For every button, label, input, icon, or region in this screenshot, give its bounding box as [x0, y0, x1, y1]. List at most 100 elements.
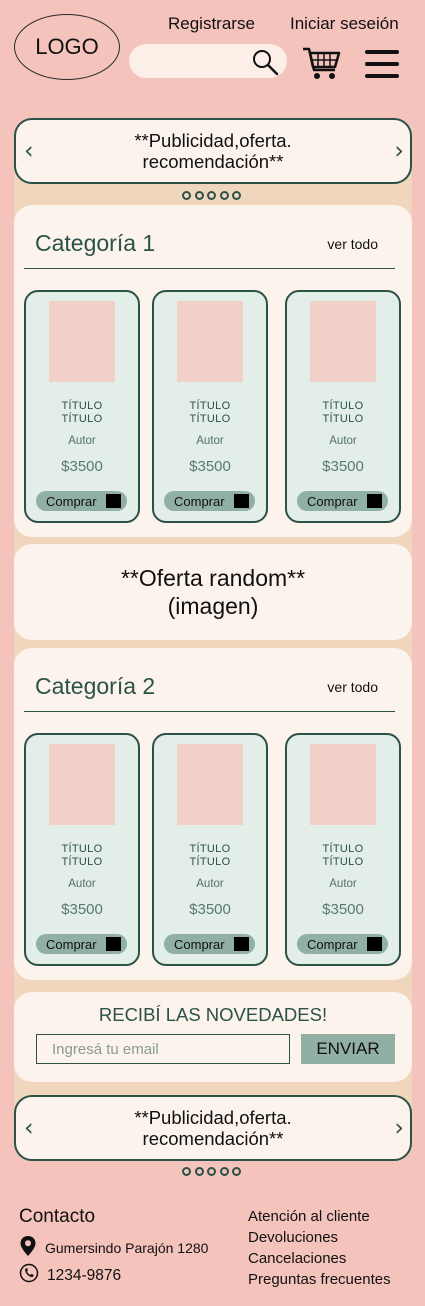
buy-button[interactable]: Comprar [164, 491, 255, 511]
product-title: TÍTULO [189, 856, 231, 868]
product-card[interactable]: TÍTULO TÍTULO Autor $3500 Comprar [24, 733, 140, 966]
see-all-link[interactable]: ver todo [327, 236, 378, 252]
product-title: TÍTULO [189, 843, 231, 855]
buy-button[interactable]: Comprar [297, 491, 388, 511]
chevron-left-icon[interactable]: ‹ [24, 1116, 34, 1140]
cart-add-icon [106, 937, 121, 951]
buy-button[interactable]: Comprar [164, 934, 255, 954]
search-input[interactable] [141, 44, 251, 78]
footer-links: Atención al cliente Devoluciones Cancela… [248, 1206, 391, 1290]
carousel-dot[interactable] [182, 1167, 191, 1176]
product-author: Autor [329, 435, 357, 447]
product-price: $3500 [189, 901, 231, 918]
carousel-dot[interactable] [194, 191, 204, 200]
buy-button-label: Comprar [307, 493, 358, 509]
bottom-ad-banner[interactable]: ‹ **Publicidad,oferta. recomendación** › [14, 1095, 412, 1161]
logo[interactable]: LOGO [14, 14, 120, 80]
product-title: TÍTULO [322, 400, 364, 412]
cart-icon[interactable] [302, 46, 342, 87]
product-image[interactable] [310, 301, 376, 382]
buy-button[interactable]: Comprar [36, 934, 127, 954]
divider [24, 268, 395, 269]
contact-phone: 1234-9876 [19, 1263, 121, 1288]
carousel-dots[interactable] [182, 1167, 241, 1176]
top-ad-banner[interactable]: ‹ **Publicidad,oferta. recomendación** › [14, 118, 412, 184]
product-title: TÍTULO [61, 400, 103, 412]
submit-email-button[interactable]: ENVIAR [301, 1034, 395, 1064]
offer-text: **Oferta random** (imagen) [120, 565, 306, 619]
product-image[interactable] [49, 301, 115, 382]
cart-add-icon [367, 937, 382, 951]
cart-add-icon [234, 494, 249, 508]
buy-button-label: Comprar [307, 936, 358, 952]
cart-add-icon [234, 937, 249, 951]
chevron-right-icon[interactable]: › [394, 1116, 404, 1140]
buy-button[interactable]: Comprar [297, 934, 388, 954]
chevron-right-icon[interactable]: › [394, 139, 404, 163]
product-author: Autor [68, 435, 96, 447]
product-price: $3500 [189, 458, 231, 475]
product-image[interactable] [310, 744, 376, 825]
carousel-dot[interactable] [194, 1167, 204, 1176]
product-card[interactable]: TÍTULO TÍTULO Autor $3500 Comprar [152, 733, 268, 966]
product-image[interactable] [177, 744, 243, 825]
product-price: $3500 [322, 901, 364, 918]
buy-button[interactable]: Comprar [36, 491, 127, 511]
footer-link-faq[interactable]: Preguntas frecuentes [248, 1269, 391, 1290]
category-section: Categoría 1 ver todo TÍTULO TÍTULO Autor… [14, 205, 412, 537]
buy-button-label: Comprar [46, 936, 97, 952]
address-text: Gumersindo Parajón 1280 [45, 1239, 209, 1256]
product-title: TÍTULO [189, 413, 231, 425]
product-price: $3500 [61, 901, 103, 918]
product-author: Autor [196, 435, 224, 447]
footer-link-cancellations[interactable]: Cancelaciones [248, 1248, 391, 1269]
phone-text: 1234-9876 [47, 1266, 122, 1284]
chevron-left-icon[interactable]: ‹ [24, 139, 34, 163]
buy-button-label: Comprar [174, 936, 225, 952]
product-title: TÍTULO [61, 413, 103, 425]
search-icon[interactable] [251, 48, 279, 81]
carousel-dot[interactable] [219, 191, 229, 200]
carousel-dot[interactable] [232, 1167, 241, 1176]
cart-add-icon [106, 494, 121, 508]
banner-text: **Publicidad,oferta. recomendación** [134, 1107, 292, 1149]
divider [24, 711, 395, 712]
carousel-dots[interactable] [182, 191, 241, 200]
product-card[interactable]: TÍTULO TÍTULO Autor $3500 Comprar [285, 290, 401, 523]
carousel-dot[interactable] [219, 1167, 229, 1176]
product-image[interactable] [49, 744, 115, 825]
footer-link-customer-service[interactable]: Atención al cliente [248, 1206, 391, 1227]
register-link[interactable]: Registrarse [168, 14, 255, 34]
email-field[interactable] [36, 1034, 290, 1064]
newsletter-title: RECIBÍ LAS NOVEDADES! [98, 1004, 328, 1025]
carousel-dot[interactable] [207, 1167, 216, 1176]
buy-button-label: Comprar [46, 493, 97, 509]
product-title: TÍTULO [61, 856, 103, 868]
product-title: TÍTULO [322, 413, 364, 425]
product-price: $3500 [61, 458, 103, 475]
product-title: TÍTULO [61, 843, 103, 855]
product-author: Autor [68, 878, 96, 890]
hamburger-menu-icon[interactable] [365, 50, 399, 78]
product-image[interactable] [177, 301, 243, 382]
product-card[interactable]: TÍTULO TÍTULO Autor $3500 Comprar [152, 290, 268, 523]
see-all-link[interactable]: ver todo [327, 679, 378, 695]
search-bar[interactable] [129, 44, 287, 78]
product-card[interactable]: TÍTULO TÍTULO Autor $3500 Comprar [285, 733, 401, 966]
product-title: TÍTULO [322, 856, 364, 868]
product-card[interactable]: TÍTULO TÍTULO Autor $3500 Comprar [24, 290, 140, 523]
product-author: Autor [329, 878, 357, 890]
product-title: TÍTULO [322, 843, 364, 855]
category-section: Categoría 2 ver todo TÍTULO TÍTULO Autor… [14, 648, 412, 980]
footer-link-returns[interactable]: Devoluciones [248, 1227, 391, 1248]
banner-text: **Publicidad,oferta. recomendación** [134, 130, 292, 172]
login-link[interactable]: Iniciar seseión [290, 14, 399, 34]
carousel-dot[interactable] [182, 191, 191, 200]
carousel-dot[interactable] [232, 191, 241, 200]
product-title: TÍTULO [189, 400, 231, 412]
location-pin-icon [19, 1235, 37, 1260]
offer-banner[interactable]: **Oferta random** (imagen) [14, 544, 412, 640]
cart-add-icon [367, 494, 382, 508]
carousel-dot[interactable] [207, 191, 216, 200]
contact-title: Contacto [19, 1206, 96, 1227]
